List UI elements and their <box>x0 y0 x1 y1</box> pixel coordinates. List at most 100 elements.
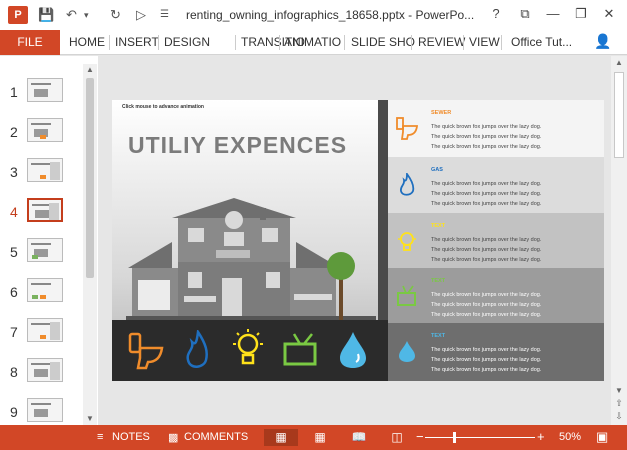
scroll-up-icon[interactable]: ▲ <box>611 58 627 70</box>
scrollbar-thumb[interactable] <box>86 78 94 278</box>
thumbnail-number: 2 <box>10 124 18 140</box>
tab-separator <box>411 35 412 50</box>
utility-description: The quick brown fox jumps over the lazy … <box>431 124 542 150</box>
normal-view-button[interactable]: ▦ <box>264 429 298 446</box>
powerpoint-app-icon[interactable]: P <box>8 6 28 24</box>
toilet-icon <box>396 117 418 140</box>
slide-thumbnail[interactable] <box>27 398 63 422</box>
notes-icon[interactable]: ≡ <box>97 431 103 443</box>
close-icon[interactable]: ✕ <box>600 6 618 22</box>
tab-separator <box>158 35 159 50</box>
thumbnail-item[interactable]: 2 <box>0 116 82 156</box>
thumbnail-item[interactable]: 1 <box>0 76 82 116</box>
tab-slide-show[interactable]: SLIDE SHO <box>351 35 415 49</box>
utility-description: The quick brown fox jumps over the lazy … <box>431 237 542 263</box>
save-icon[interactable]: 💾 <box>38 7 54 23</box>
thumbnail-number: 9 <box>10 404 18 420</box>
ribbon-display-options-icon[interactable]: ⧉ <box>516 6 534 22</box>
scrollbar-thumb[interactable] <box>614 72 624 158</box>
tab-home[interactable]: HOME <box>69 35 105 49</box>
comments-button[interactable]: COMMENTS <box>184 431 248 443</box>
slide-thumbnail[interactable] <box>27 278 63 302</box>
utility-label: TEXT <box>431 223 446 229</box>
thumbnail-number: 3 <box>10 164 18 180</box>
start-from-beginning-icon[interactable]: ▷ <box>136 7 146 23</box>
undo-icon[interactable]: ↶ <box>66 7 77 23</box>
slide-vertical-scrollbar[interactable]: ▲ ▼ ⇧ ⇩ <box>611 56 627 425</box>
thumbnail-item-active[interactable]: 4 <box>0 196 82 236</box>
tree-illustration <box>327 252 355 320</box>
next-slide-icon[interactable]: ⇩ <box>611 411 627 423</box>
tv-icon <box>283 333 317 366</box>
thumbnail-item[interactable]: 5 <box>0 236 82 276</box>
slide-show-button[interactable]: ◫ <box>380 429 414 446</box>
thumbnail-number: 7 <box>10 324 18 340</box>
slide-thumbnail[interactable] <box>27 238 63 262</box>
utility-label: GAS <box>431 167 443 173</box>
slide-sorter-button[interactable]: ▦ <box>303 429 337 446</box>
slide-divider-bar <box>378 100 388 320</box>
tab-separator <box>344 35 345 50</box>
tab-design[interactable]: DESIGN <box>164 35 210 49</box>
utility-row-water: TEXT The quick brown fox jumps over the … <box>388 323 604 381</box>
slide-thumbnail[interactable] <box>27 358 63 382</box>
slide-thumbnail-selected[interactable] <box>27 198 63 222</box>
notes-button[interactable]: NOTES <box>112 431 150 443</box>
slide-thumbnail[interactable] <box>27 158 63 182</box>
help-icon[interactable]: ? <box>487 6 505 21</box>
thumbnail-item[interactable]: 3 <box>0 156 82 196</box>
tab-review[interactable]: REVIEW <box>418 35 465 49</box>
tab-file[interactable]: FILE <box>0 30 60 55</box>
utility-row-gas: GAS The quick brown fox jumps over the l… <box>388 157 604 213</box>
tab-insert[interactable]: INSERT <box>115 35 159 49</box>
slide-thumbnail[interactable] <box>27 78 63 102</box>
zoom-slider[interactable] <box>425 437 535 438</box>
light-bulb-icon <box>233 329 263 365</box>
scroll-down-icon[interactable]: ▼ <box>83 413 97 425</box>
slide-thumbnail-pane: 1 2 3 4 5 6 7 8 9 ▲ ▼ <box>0 56 98 425</box>
slide-canvas[interactable]: Click mouse to advance animation UTILIY … <box>112 100 604 381</box>
zoom-slider-handle[interactable] <box>453 432 456 443</box>
thumbnail-item[interactable]: 8 <box>0 356 82 396</box>
flame-icon <box>399 173 415 196</box>
redo-icon[interactable]: ↻ <box>110 7 121 23</box>
thumbnail-item[interactable]: 7 <box>0 316 82 356</box>
comments-icon[interactable]: ▩ <box>168 431 178 444</box>
thumbnail-item[interactable]: 6 <box>0 276 82 316</box>
utility-row-tv: TEXT The quick brown fox jumps over the … <box>388 268 604 323</box>
scroll-down-icon[interactable]: ▼ <box>611 386 627 398</box>
zoom-in-button[interactable]: + <box>537 429 545 444</box>
thumbnail-number: 4 <box>10 204 18 220</box>
restore-icon[interactable]: ❐ <box>572 6 590 22</box>
light-bulb-icon <box>398 232 416 251</box>
animation-hint-text: Click mouse to advance animation <box>122 104 204 110</box>
fit-to-window-icon[interactable]: ▣ <box>596 429 608 445</box>
window-title: renting_owning_infographics_18658.pptx -… <box>186 8 475 22</box>
tab-separator <box>501 35 502 50</box>
previous-slide-icon[interactable]: ⇧ <box>611 398 627 410</box>
zoom-level[interactable]: 50% <box>559 431 581 443</box>
utility-description: The quick brown fox jumps over the lazy … <box>431 347 542 373</box>
thumbnail-number: 8 <box>10 364 18 380</box>
tab-animations[interactable]: ANIMATIO <box>284 35 341 49</box>
thumbnail-scrollbar[interactable]: ▲ ▼ <box>83 64 97 425</box>
minimize-icon[interactable]: — <box>544 6 562 21</box>
account-avatar-icon[interactable]: 👤 <box>594 33 611 50</box>
tab-separator <box>279 35 280 50</box>
thumbnail-number: 5 <box>10 244 18 260</box>
zoom-out-button[interactable]: − <box>416 429 424 444</box>
reading-view-button[interactable]: 📖 <box>342 429 376 446</box>
utility-description: The quick brown fox jumps over the lazy … <box>431 181 542 207</box>
account-name[interactable]: Office Tut... <box>511 35 572 49</box>
customize-qat-icon[interactable]: ☰ <box>160 9 169 20</box>
scroll-up-icon[interactable]: ▲ <box>83 64 97 76</box>
utility-row-electricity: TEXT The quick brown fox jumps over the … <box>388 213 604 268</box>
flame-icon <box>186 330 208 368</box>
utility-description: The quick brown fox jumps over the lazy … <box>431 292 542 318</box>
undo-dropdown-icon[interactable]: ▾ <box>84 10 89 21</box>
status-bar: ≡ NOTES ▩ COMMENTS ▦ ▦ 📖 ◫ − + 50% ▣ <box>0 425 627 450</box>
slide-thumbnail[interactable] <box>27 318 63 342</box>
tab-view[interactable]: VIEW <box>469 35 500 49</box>
slide-thumbnail[interactable] <box>27 118 63 142</box>
slide-heading: UTILIY EXPENCES <box>128 132 348 158</box>
